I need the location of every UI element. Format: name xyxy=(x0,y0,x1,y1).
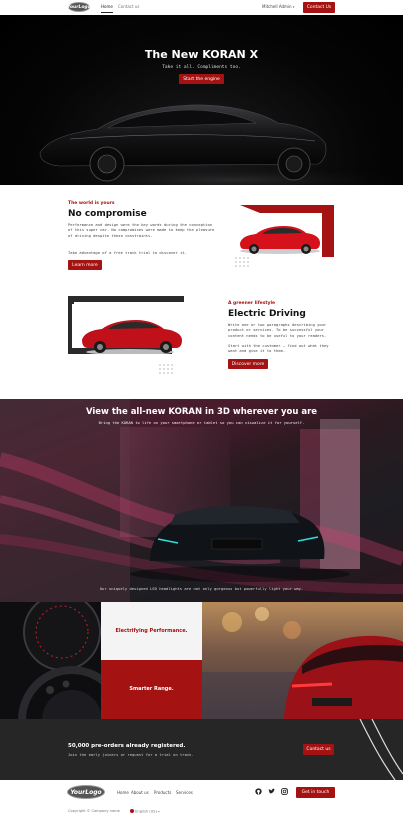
footer-logo[interactable]: YourLogo xyxy=(67,785,105,799)
instagram-icon[interactable] xyxy=(281,788,288,795)
copyright-text: Copyright © Company name xyxy=(68,809,120,813)
hero-title: The New KORAN X xyxy=(144,48,259,61)
feature2-paragraph-2: Start with the customer – find out what … xyxy=(228,343,329,354)
learn-more-button[interactable]: Learn more xyxy=(68,260,102,270)
3d-section-title: View the all-new KORAN in 3D wherever yo… xyxy=(85,407,318,417)
garage-car-image xyxy=(0,399,403,602)
footer-link-home[interactable]: Home xyxy=(117,790,129,795)
preorder-title: 50,000 pre-orders already registered. xyxy=(68,743,186,749)
twitter-icon[interactable] xyxy=(268,788,275,795)
dashboard-image xyxy=(0,602,101,719)
hero-car-image xyxy=(10,104,403,185)
chevron-down-icon: ▾ xyxy=(158,809,160,813)
globe-icon xyxy=(130,808,134,813)
preorder-subtitle: Join the early joiners or request for a … xyxy=(68,752,194,757)
preorder-contact-button[interactable]: Contact us xyxy=(303,744,334,755)
brand-logo[interactable]: YourLogo xyxy=(67,2,91,12)
feature1-image xyxy=(232,205,334,257)
hero-section: The New KORAN X Take it all. Compliments… xyxy=(0,15,403,185)
language-label: English (US) xyxy=(135,809,157,813)
feature1-paragraph-2: Take advantage of a free track trial to … xyxy=(68,250,187,255)
feature2-paragraph: Write one or two paragraphs describing y… xyxy=(228,322,327,338)
3d-section-subtitle: Bring the KORAN to life on your smartpho… xyxy=(98,420,305,425)
language-selector[interactable]: English (US) ▾ xyxy=(130,808,160,813)
3d-section-footnote: Our uniquely designed LED headlights are… xyxy=(99,586,304,591)
performance-tile: Electrifying Performance. xyxy=(101,602,202,660)
feature1-paragraph: Performance and design were the key word… xyxy=(68,222,215,238)
feature1-title: No compromise xyxy=(68,209,147,219)
range-tile: Smarter Range. xyxy=(101,660,202,719)
performance-tile-title: Electrifying Performance. xyxy=(115,628,188,634)
footer: YourLogo Home About us Products Services… xyxy=(0,780,403,818)
feature2-title: Electric Driving xyxy=(228,309,306,319)
road-lines-decoration xyxy=(359,719,403,780)
preorder-section: 50,000 pre-orders already registered. Jo… xyxy=(0,719,403,780)
feature1-kicker: The world is yours xyxy=(68,201,115,206)
github-icon[interactable] xyxy=(255,788,262,795)
range-tile-title: Smarter Range. xyxy=(129,686,174,692)
feature2-kicker: A greener lifestyle xyxy=(228,301,276,306)
dot-pattern-2 xyxy=(158,363,174,375)
get-in-touch-button[interactable]: Get in touch xyxy=(296,787,335,798)
3d-showcase-section: View the all-new KORAN in 3D wherever yo… xyxy=(0,399,403,602)
dot-pattern xyxy=(234,256,250,268)
feature2-image xyxy=(68,296,184,354)
contact-us-button[interactable]: Contact Us xyxy=(303,2,335,13)
hero-subtitle: Take it all. Compliments too. xyxy=(162,65,241,70)
discover-more-button[interactable]: Discover more xyxy=(228,359,268,369)
nav-contact-link[interactable]: Contact us xyxy=(118,4,139,9)
nav-home-link[interactable]: Home xyxy=(101,4,113,13)
start-engine-button[interactable]: Start the engine xyxy=(179,74,224,84)
footer-link-products[interactable]: Products xyxy=(154,790,171,795)
city-car-image xyxy=(202,602,403,719)
footer-link-about[interactable]: About us xyxy=(131,790,149,795)
footer-link-services[interactable]: Services xyxy=(176,790,193,795)
user-name: Mitchell Admin xyxy=(262,4,292,9)
feature-tiles: Electrifying Performance. Smarter Range. xyxy=(0,602,403,719)
top-navbar: YourLogo Home Contact us Mitchell Admin … xyxy=(0,0,403,15)
user-menu[interactable]: Mitchell Admin ▾ xyxy=(262,4,294,9)
chevron-down-icon: ▾ xyxy=(292,5,295,9)
